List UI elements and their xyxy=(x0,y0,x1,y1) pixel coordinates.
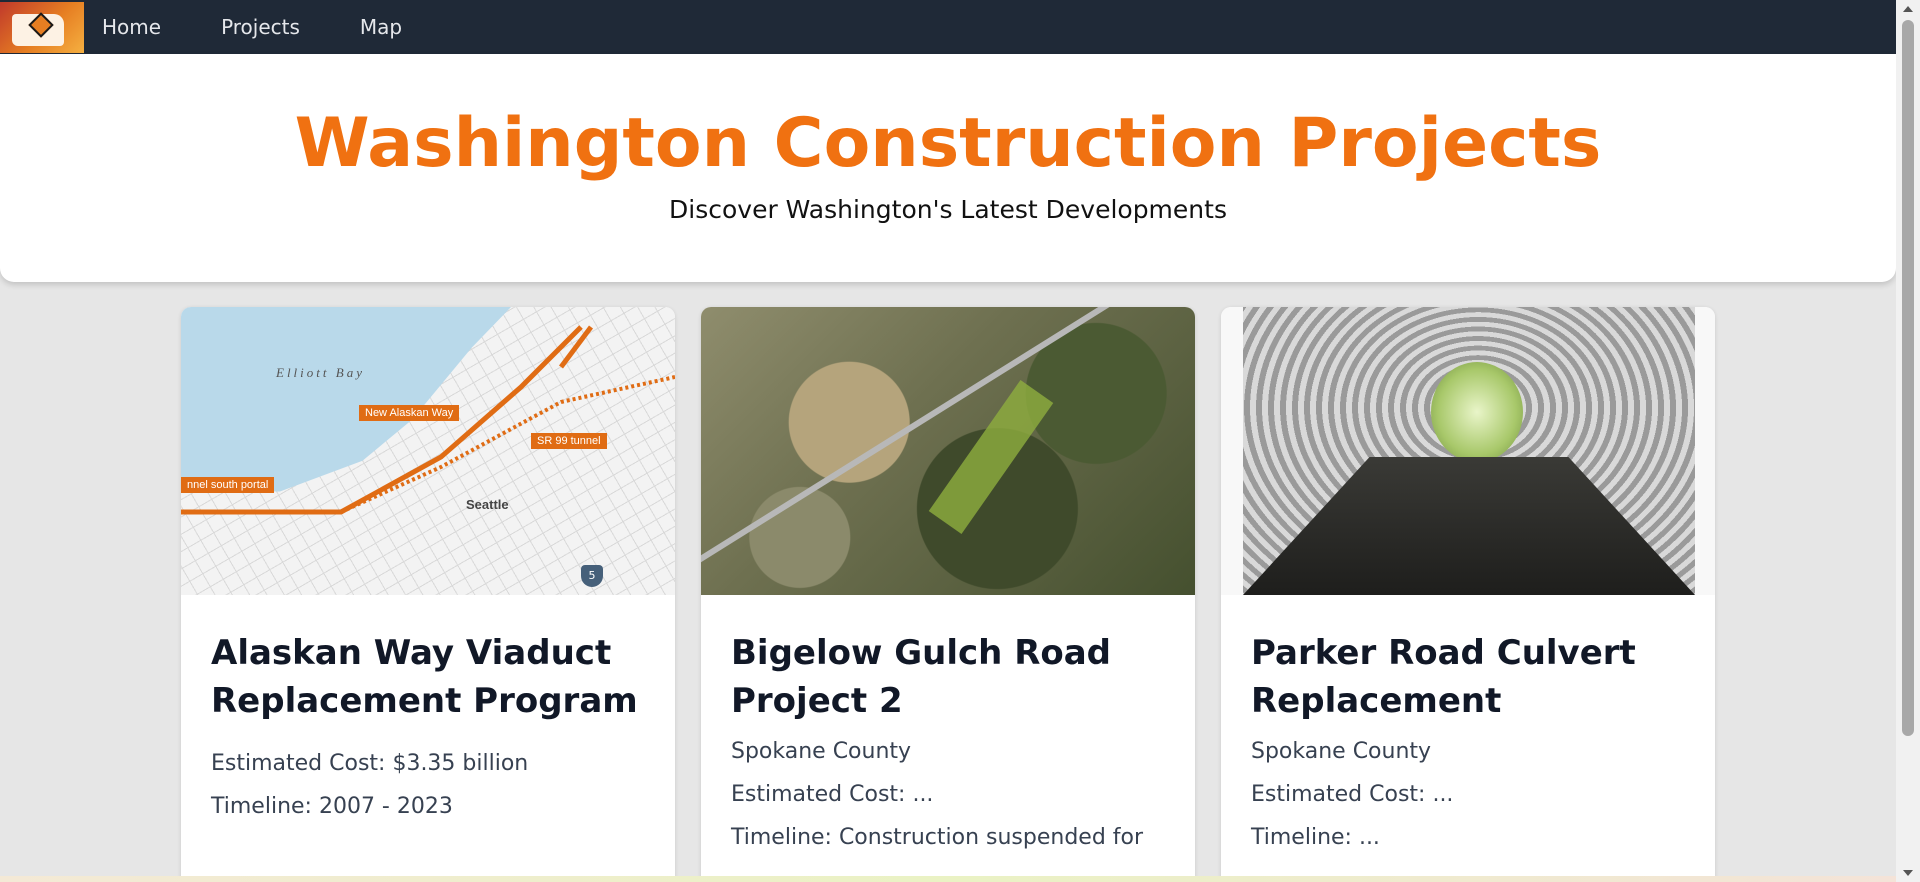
card-body: Parker Road Culvert Replacement Spokane … xyxy=(1221,595,1715,850)
map-routes xyxy=(181,325,675,515)
map-label-south-portal: nnel south portal xyxy=(181,477,275,493)
bottom-strip xyxy=(0,876,1896,882)
project-card-parker-road[interactable]: Parker Road Culvert Replacement Spokane … xyxy=(1221,307,1715,882)
card-cost: Estimated Cost: ... xyxy=(1251,782,1454,807)
card-title[interactable]: Alaskan Way Viaduct Replacement Program xyxy=(211,629,645,725)
hero: Washington Construction Projects Discove… xyxy=(0,54,1896,282)
card-title[interactable]: Bigelow Gulch Road Project 2 xyxy=(731,629,1165,725)
nav-map[interactable]: Map xyxy=(360,15,402,39)
map-city-label: Seattle xyxy=(466,497,509,512)
culvert-light xyxy=(1431,362,1523,462)
card-timeline: Timeline: ... xyxy=(1251,825,1380,850)
aerial-road xyxy=(701,307,1168,568)
map-label-sr99: SR 99 tunnel xyxy=(531,433,607,449)
project-card-alaskan-way[interactable]: Elliott Bay New Alaskan Way SR 99 tunnel… xyxy=(181,307,675,882)
card-county: Spokane County xyxy=(1251,739,1432,764)
logo[interactable] xyxy=(0,1,84,53)
project-culvert-image xyxy=(1221,307,1715,595)
scroll-up-icon[interactable] xyxy=(1903,6,1913,12)
scrollbar[interactable] xyxy=(1896,0,1920,882)
route-5-icon: 5 xyxy=(581,565,603,587)
navbar: Home Projects Map xyxy=(0,0,1896,54)
page-subtitle: Discover Washington's Latest Development… xyxy=(669,195,1227,224)
card-body: Bigelow Gulch Road Project 2 Spokane Cou… xyxy=(701,595,1195,850)
map-label-new-alaskan-way: New Alaskan Way xyxy=(359,405,460,421)
card-timeline: Timeline: 2007 - 2023 xyxy=(211,794,453,819)
project-aerial-image xyxy=(701,307,1195,595)
scroll-down-icon[interactable] xyxy=(1903,870,1913,876)
nav-projects[interactable]: Projects xyxy=(221,15,300,39)
card-county: Spokane County xyxy=(731,739,912,764)
nav-home[interactable]: Home xyxy=(102,15,161,39)
card-title[interactable]: Parker Road Culvert Replacement xyxy=(1251,629,1685,725)
project-map-image: Elliott Bay New Alaskan Way SR 99 tunnel… xyxy=(181,307,675,595)
card-cost: Estimated Cost: ... xyxy=(731,782,934,807)
project-card-bigelow-gulch[interactable]: Bigelow Gulch Road Project 2 Spokane Cou… xyxy=(701,307,1195,882)
card-timeline: Timeline: Construction suspended for xyxy=(731,825,1144,850)
card-cost: Estimated Cost: $3.35 billion xyxy=(211,751,529,776)
map-bay-label: Elliott Bay xyxy=(276,365,365,380)
page-title: Washington Construction Projects xyxy=(294,104,1602,183)
scroll-thumb[interactable] xyxy=(1902,20,1914,736)
card-body: Alaskan Way Viaduct Replacement Program … xyxy=(181,595,675,819)
